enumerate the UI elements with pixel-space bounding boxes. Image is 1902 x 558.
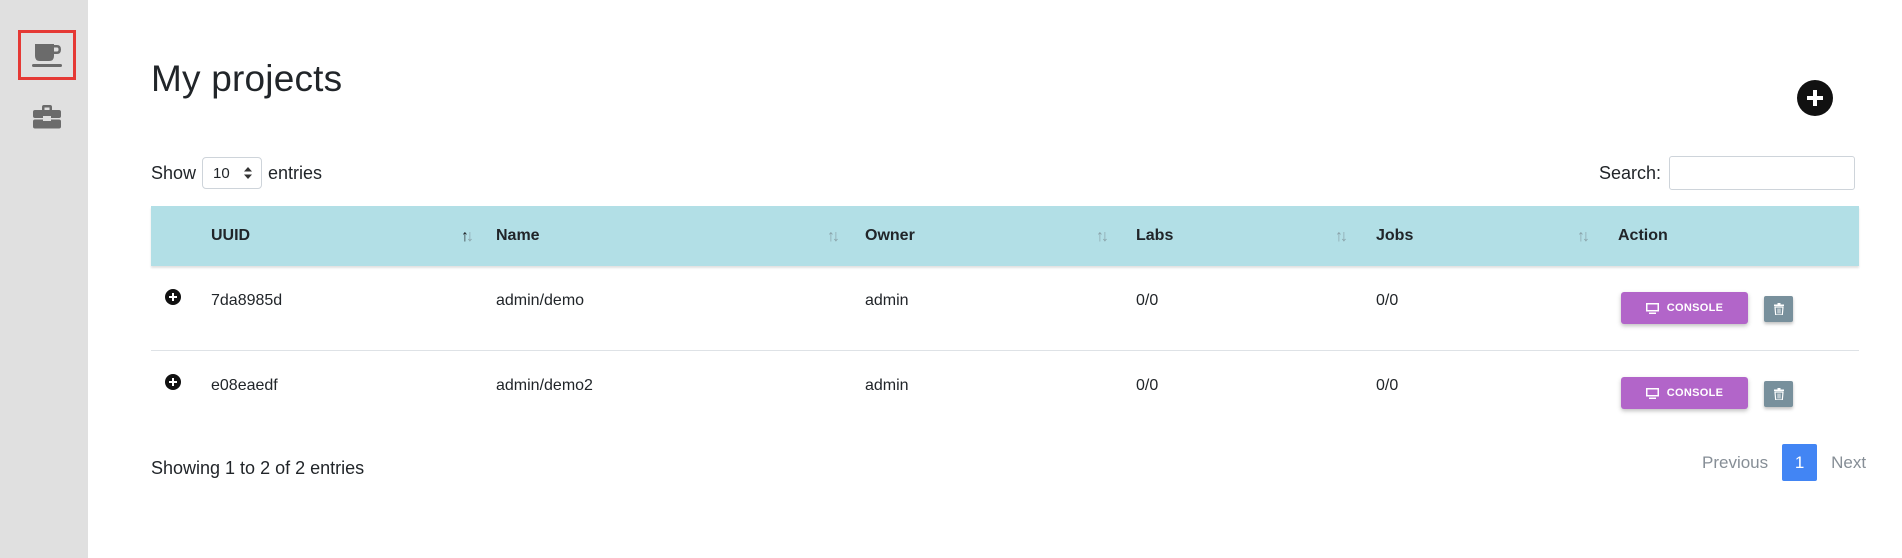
projects-table: UUID ↑↓ Name ↑↓ Owner ↑↓ Labs ↑↓ Jobs ↑↓… bbox=[151, 206, 1859, 435]
search-control: Search: bbox=[1599, 156, 1855, 190]
sidebar-item-labs[interactable] bbox=[18, 92, 76, 142]
cell-owner: admin bbox=[865, 377, 909, 394]
sort-asc-icon: ↑↓ bbox=[461, 228, 474, 245]
cell-uuid: 7da8985d bbox=[211, 292, 283, 309]
entries-per-page-select[interactable]: 10 bbox=[202, 157, 263, 189]
column-header-owner[interactable]: Owner bbox=[865, 206, 915, 266]
sidebar-item-projects[interactable] bbox=[18, 30, 76, 80]
show-label: Show bbox=[151, 162, 197, 183]
search-label: Search: bbox=[1598, 162, 1661, 183]
page-title: My projects bbox=[151, 58, 343, 99]
cell-labs: 0/0 bbox=[1136, 292, 1159, 309]
trash-icon bbox=[1773, 388, 1784, 400]
column-label-action: Action bbox=[1618, 227, 1668, 244]
column-label-uuid: UUID bbox=[211, 227, 251, 244]
monitor-icon bbox=[1645, 387, 1659, 399]
entries-label: entries bbox=[268, 162, 323, 183]
column-label-name: Name bbox=[496, 227, 540, 244]
sort-icon: ↑↓ bbox=[827, 228, 840, 245]
sidebar bbox=[0, 0, 88, 558]
previous-page-button[interactable]: Previous bbox=[1690, 453, 1780, 473]
expand-row-button[interactable] bbox=[165, 289, 181, 305]
column-header-action: Action bbox=[1618, 206, 1668, 266]
search-input[interactable] bbox=[1669, 156, 1855, 190]
plus-circle-icon bbox=[169, 378, 177, 386]
delete-button[interactable] bbox=[1764, 381, 1793, 407]
toolbox-icon bbox=[33, 105, 61, 129]
cell-jobs: 0/0 bbox=[1376, 377, 1399, 394]
table-row: 7da8985d admin/demo admin 0/0 0/0 CONSOL… bbox=[151, 266, 1859, 351]
column-header-name[interactable]: Name bbox=[496, 206, 540, 266]
plus-circle-icon bbox=[1807, 90, 1823, 106]
column-header-jobs[interactable]: Jobs bbox=[1376, 206, 1413, 266]
console-label: CONSOLE bbox=[1666, 302, 1724, 314]
delete-button[interactable] bbox=[1764, 296, 1793, 322]
sort-icon: ↑↓ bbox=[1096, 228, 1109, 245]
page-button-1[interactable]: 1 bbox=[1782, 444, 1818, 481]
sort-icon: ↑↓ bbox=[1335, 228, 1348, 245]
entries-length-control: Show 10 entries bbox=[151, 156, 322, 190]
column-label-jobs: Jobs bbox=[1376, 227, 1414, 244]
plus-circle-icon bbox=[169, 293, 177, 301]
sort-icon: ↑↓ bbox=[1577, 228, 1590, 245]
next-page-button[interactable]: Next bbox=[1819, 453, 1878, 473]
monitor-icon bbox=[1645, 302, 1659, 314]
table-info: Showing 1 to 2 of 2 entries bbox=[151, 458, 365, 478]
console-label: CONSOLE bbox=[1666, 387, 1724, 399]
entries-per-page-value: 10 bbox=[213, 164, 230, 182]
cell-uuid: e08eaedf bbox=[211, 377, 278, 394]
cell-jobs: 0/0 bbox=[1376, 292, 1399, 309]
column-label-owner: Owner bbox=[865, 227, 915, 244]
cell-name: admin/demo bbox=[496, 292, 585, 309]
console-button[interactable]: CONSOLE bbox=[1621, 292, 1748, 324]
table-row: e08eaedf admin/demo2 admin 0/0 0/0 CONSO… bbox=[151, 351, 1859, 435]
table-header: UUID ↑↓ Name ↑↓ Owner ↑↓ Labs ↑↓ Jobs ↑↓… bbox=[151, 206, 1859, 266]
column-label-labs: Labs bbox=[1136, 227, 1174, 244]
console-button[interactable]: CONSOLE bbox=[1621, 377, 1748, 409]
expand-row-button[interactable] bbox=[165, 374, 181, 390]
coffee-cup-icon bbox=[32, 44, 62, 67]
cell-owner: admin bbox=[865, 292, 909, 309]
trash-icon bbox=[1773, 303, 1784, 315]
column-header-uuid[interactable]: UUID bbox=[211, 206, 250, 266]
cell-labs: 0/0 bbox=[1136, 377, 1159, 394]
add-project-button[interactable] bbox=[1797, 80, 1833, 116]
pagination: Previous 1 Next bbox=[1690, 444, 1878, 481]
select-arrows-icon bbox=[244, 167, 253, 179]
column-header-labs[interactable]: Labs bbox=[1136, 206, 1173, 266]
cell-name: admin/demo2 bbox=[496, 377, 593, 394]
